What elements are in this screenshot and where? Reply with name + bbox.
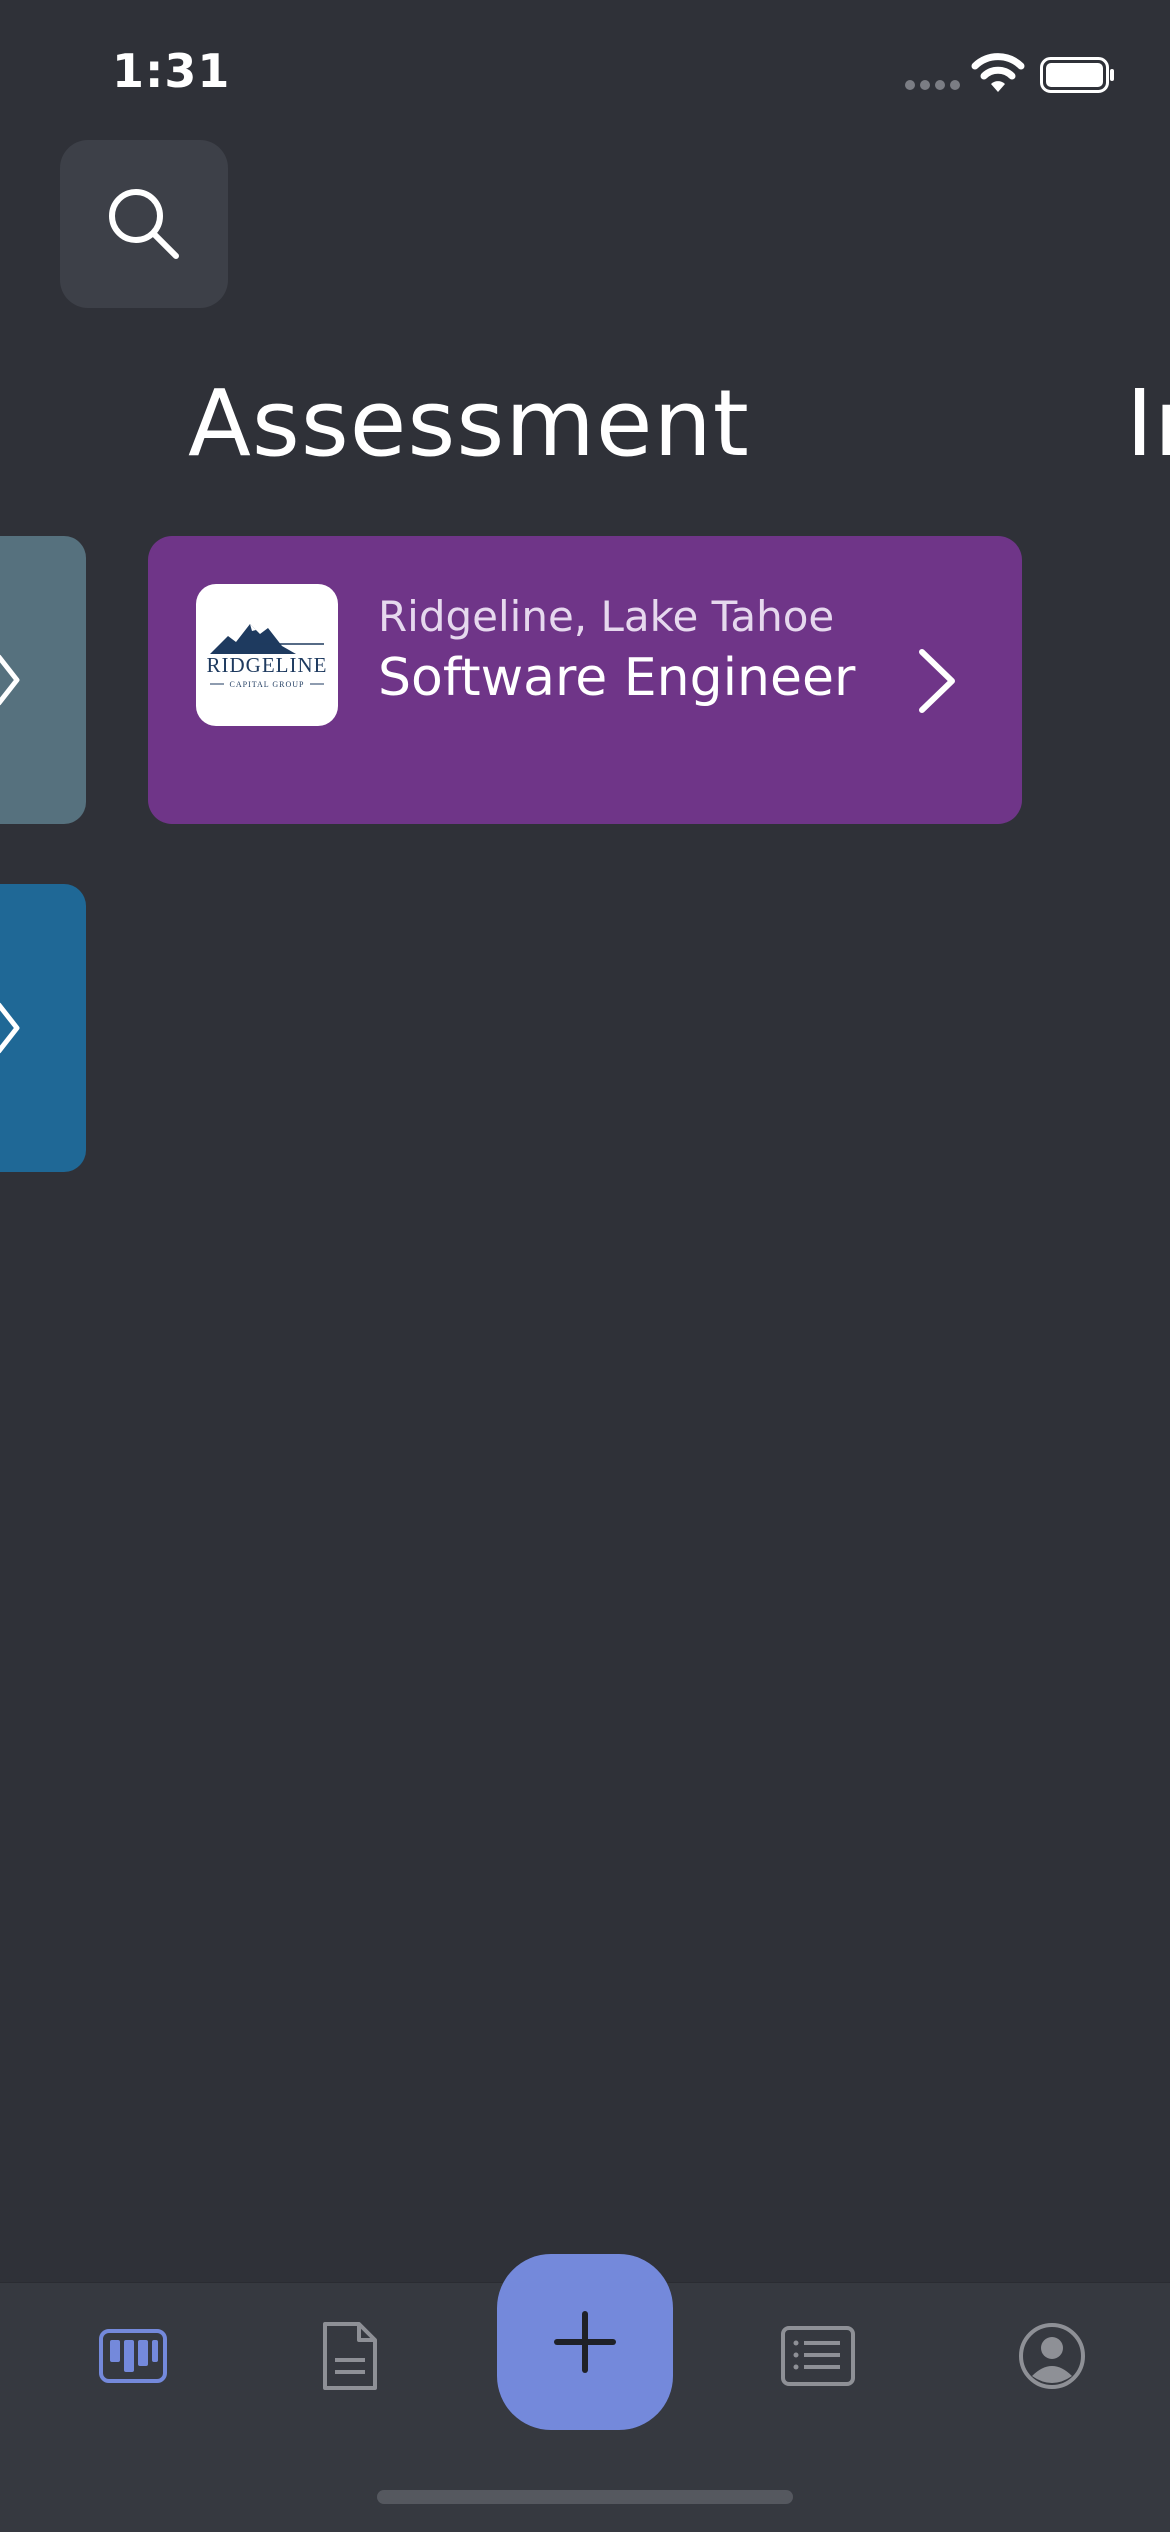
list-icon bbox=[781, 2326, 855, 2386]
company-logo: RIDGELINE CAPITAL GROUP bbox=[196, 584, 338, 726]
previous-column-card[interactable] bbox=[0, 536, 86, 824]
add-button[interactable] bbox=[497, 2254, 673, 2430]
home-indicator bbox=[377, 2490, 793, 2504]
column-title-assessment: Assessment bbox=[188, 370, 750, 477]
list-tab[interactable] bbox=[768, 2306, 868, 2406]
logo-tagline: CAPITAL GROUP bbox=[230, 680, 305, 689]
battery-icon bbox=[1040, 57, 1114, 93]
status-time: 1:31 bbox=[112, 44, 231, 98]
search-button[interactable] bbox=[60, 140, 228, 308]
chevron-right-icon bbox=[0, 654, 20, 706]
search-icon bbox=[109, 189, 179, 259]
cellular-signal-icon bbox=[905, 80, 961, 90]
column-title-next[interactable]: In bbox=[1126, 370, 1170, 477]
profile-tab[interactable] bbox=[1002, 2306, 1102, 2406]
logo-wordmark: RIDGELINE bbox=[207, 653, 328, 677]
document-icon bbox=[323, 2322, 377, 2390]
kanban-board-icon bbox=[99, 2329, 167, 2383]
board-tab[interactable] bbox=[83, 2306, 183, 2406]
previous-column-card[interactable] bbox=[0, 884, 86, 1172]
job-card[interactable]: RIDGELINE CAPITAL GROUP Ridgeline, Lake … bbox=[148, 536, 1022, 824]
documents-tab[interactable] bbox=[300, 2306, 400, 2406]
wifi-icon bbox=[971, 53, 1025, 92]
chevron-right-icon bbox=[919, 649, 955, 713]
profile-icon bbox=[1019, 2323, 1085, 2389]
plus-icon bbox=[554, 2311, 616, 2373]
app-screen: 1:31 Assessment In bbox=[0, 0, 1170, 2532]
job-role: Software Engineer bbox=[378, 648, 856, 708]
chevron-right-icon bbox=[0, 1002, 20, 1054]
job-location: Ridgeline, Lake Tahoe bbox=[378, 592, 835, 641]
